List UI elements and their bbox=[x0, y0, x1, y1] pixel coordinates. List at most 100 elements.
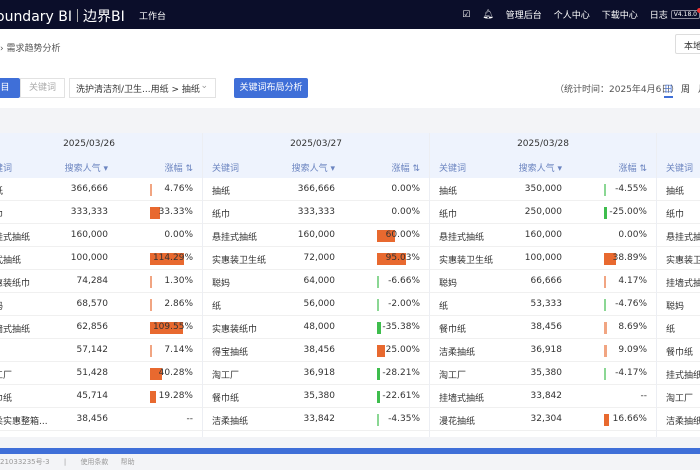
nav-profile[interactable]: 个人中心 bbox=[554, 8, 590, 21]
nav-workbench[interactable]: 工作台 bbox=[139, 9, 166, 22]
keyword-cell[interactable]: 悬挂式抽纸 bbox=[666, 230, 700, 243]
granularity-day[interactable]: 日 bbox=[664, 82, 674, 98]
keyword-cell[interactable]: 抽纸 bbox=[666, 184, 684, 197]
table-row[interactable]: 悬挂式抽纸 160,000 60.00% bbox=[203, 224, 429, 247]
keyword-layout-button[interactable]: 关键词布局分析 bbox=[234, 78, 308, 98]
keyword-cell[interactable]: 纸 bbox=[212, 299, 221, 312]
keyword-cell[interactable]: 漫花抽纸 bbox=[439, 414, 475, 427]
keyword-cell[interactable]: 餐巾纸 bbox=[666, 345, 693, 358]
tab-keyword[interactable]: 关键词 bbox=[20, 78, 65, 98]
table-row[interactable]: 聪妈 68,570 2.86% bbox=[0, 293, 202, 316]
breadcrumb[interactable]: › 需求趋势分析 bbox=[0, 41, 60, 54]
keyword-cell[interactable]: 餐巾纸 bbox=[0, 391, 12, 404]
keyword-cell[interactable]: 淘工厂 bbox=[212, 368, 239, 381]
table-row[interactable]: 餐巾纸 bbox=[657, 339, 700, 362]
table-row[interactable]: 漫花抽纸 32,304 16.66% bbox=[430, 408, 656, 431]
keyword-cell[interactable]: 纸 bbox=[439, 299, 448, 312]
table-row[interactable]: 洁柔抽纸 33,842 -4.35% bbox=[203, 408, 429, 431]
table-row[interactable]: 挂式抽纸 100,000 114.29% bbox=[0, 247, 202, 270]
table-row[interactable]: 纸 bbox=[657, 316, 700, 339]
table-row[interactable]: 纸巾 333,333 0.00% bbox=[203, 201, 429, 224]
keyword-cell[interactable]: 实惠装卫生纸 bbox=[212, 253, 266, 266]
keyword-cell[interactable]: 抽纸 bbox=[439, 184, 457, 197]
keyword-cell[interactable]: 挂墙式抽纸 bbox=[666, 276, 700, 289]
keyword-cell[interactable]: 聪妈 bbox=[212, 276, 230, 289]
keyword-cell[interactable]: 实惠装纸巾 bbox=[0, 276, 30, 289]
keyword-cell[interactable]: 得宝抽纸 bbox=[212, 345, 248, 358]
table-row[interactable]: 挂墙式抽纸 33,842 -- bbox=[430, 385, 656, 408]
table-row[interactable]: 实惠装纸巾 74,284 1.30% bbox=[0, 270, 202, 293]
table-row[interactable]: 洁柔抽纸 bbox=[657, 408, 700, 431]
table-row[interactable]: 纸 53,333 -4.76% bbox=[430, 293, 656, 316]
table-row[interactable]: 餐巾纸 45,714 19.28% bbox=[0, 385, 202, 408]
keyword-cell[interactable]: 餐巾纸 bbox=[212, 391, 239, 404]
keyword-cell[interactable]: 挂墙式抽纸 bbox=[439, 391, 484, 404]
keyword-cell[interactable]: 餐巾纸 bbox=[439, 322, 466, 335]
table-row[interactable]: 悬挂式抽纸 bbox=[657, 224, 700, 247]
table-row[interactable]: 纸 56,000 -2.00% bbox=[203, 293, 429, 316]
table-row[interactable]: 挂式抽纸 bbox=[657, 362, 700, 385]
keyword-cell[interactable]: 纸巾 bbox=[212, 207, 230, 220]
column-change[interactable]: 涨幅 ⇅ bbox=[619, 161, 647, 174]
footer-icp[interactable]: 21033235号-3 bbox=[0, 458, 50, 466]
keyword-cell[interactable]: 淘工厂 bbox=[0, 368, 12, 381]
table-row[interactable]: 纸巾 333,333 33.33% bbox=[0, 201, 202, 224]
column-change[interactable]: 涨幅 ⇅ bbox=[165, 161, 193, 174]
keyword-cell[interactable]: 抽纸 bbox=[212, 184, 230, 197]
tab-category[interactable]: 目 bbox=[0, 78, 20, 98]
table-row[interactable]: 纸巾 bbox=[657, 201, 700, 224]
keyword-cell[interactable]: 纸巾 bbox=[666, 207, 684, 220]
keyword-cell[interactable]: 悬挂式抽纸 bbox=[439, 230, 484, 243]
table-row[interactable]: 纸57,1427.14% bbox=[0, 339, 202, 362]
keyword-cell[interactable]: 聪妈 bbox=[666, 299, 684, 312]
local-button[interactable]: 本地 bbox=[675, 34, 700, 54]
table-row[interactable]: 餐巾纸 38,456 8.69% bbox=[430, 316, 656, 339]
keyword-cell[interactable]: 挂式抽纸 bbox=[0, 253, 21, 266]
keyword-cell[interactable]: 纸巾 bbox=[439, 207, 457, 220]
nav-log[interactable]: 日志 bbox=[650, 8, 668, 21]
table-row[interactable]: 得宝抽纸 38,456 25.00% bbox=[203, 339, 429, 362]
column-search-popularity[interactable]: 搜索人气 ▾ bbox=[519, 161, 562, 174]
column-search-popularity[interactable]: 搜索人气 ▾ bbox=[292, 161, 335, 174]
keyword-cell[interactable]: 聪妈 bbox=[439, 276, 457, 289]
table-row[interactable]: 聪妈 66,666 4.17% bbox=[430, 270, 656, 293]
keyword-cell[interactable]: 淘工厂 bbox=[439, 368, 466, 381]
keyword-cell[interactable]: 洁柔抽纸 bbox=[666, 414, 700, 427]
keyword-cell[interactable]: 挂式抽纸 bbox=[666, 368, 700, 381]
logo[interactable]: oundary BI 边界BI bbox=[0, 6, 125, 26]
table-row[interactable]: 洁柔实惠整箱... 38,456 -- bbox=[0, 408, 202, 431]
table-row[interactable]: 挂墙式抽纸 62,856 109.55% bbox=[0, 316, 202, 339]
keyword-cell[interactable]: 悬挂式抽纸 bbox=[212, 230, 257, 243]
keyword-cell[interactable]: 淘工厂 bbox=[666, 391, 693, 404]
table-row[interactable]: 实惠装卫生纸 100,000 38.89% bbox=[430, 247, 656, 270]
granularity-week[interactable]: 周 bbox=[681, 82, 690, 95]
keyword-cell[interactable]: 洁柔实惠整箱... bbox=[0, 414, 48, 427]
table-row[interactable]: 淘工厂 bbox=[657, 385, 700, 408]
table-row[interactable]: 实惠装卫生纸 bbox=[657, 247, 700, 270]
nav-admin[interactable]: 管理后台 bbox=[506, 8, 542, 21]
table-row[interactable]: 实惠装卫生纸 72,000 95.03% bbox=[203, 247, 429, 270]
table-row[interactable]: 悬挂式抽纸 160,000 0.00% bbox=[0, 224, 202, 247]
keyword-cell[interactable]: 挂墙式抽纸 bbox=[0, 322, 30, 335]
keyword-cell[interactable]: 洁柔抽纸 bbox=[212, 414, 248, 427]
footer-help[interactable]: 帮助 bbox=[121, 458, 135, 466]
keyword-cell[interactable]: 聪妈 bbox=[0, 299, 3, 312]
bell-icon[interactable]: 🔔︎ bbox=[482, 10, 493, 20]
nav-downloads[interactable]: 下载中心 bbox=[602, 8, 638, 21]
table-row[interactable]: 抽纸 366,666 4.76% bbox=[0, 178, 202, 201]
footer-terms[interactable]: 使用条款 bbox=[80, 458, 108, 466]
table-row[interactable]: 洁柔抽纸 36,918 9.09% bbox=[430, 339, 656, 362]
column-change[interactable]: 涨幅 ⇅ bbox=[392, 161, 420, 174]
keyword-cell[interactable]: 洁柔抽纸 bbox=[439, 345, 475, 358]
keyword-cell[interactable]: 实惠装卫生纸 bbox=[439, 253, 493, 266]
table-row[interactable]: 淘工厂 35,380 -4.17% bbox=[430, 362, 656, 385]
table-row[interactable]: 餐巾纸 35,380 -22.61% bbox=[203, 385, 429, 408]
keyword-cell[interactable]: 悬挂式抽纸 bbox=[0, 230, 30, 243]
table-row[interactable]: 悬挂式抽纸 160,000 0.00% bbox=[430, 224, 656, 247]
column-search-popularity[interactable]: 搜索人气 ▾ bbox=[65, 161, 108, 174]
table-row[interactable]: 实惠装纸巾 48,000 -35.38% bbox=[203, 316, 429, 339]
keyword-cell[interactable]: 纸 bbox=[666, 322, 675, 335]
table-row[interactable]: 挂墙式抽纸 bbox=[657, 270, 700, 293]
keyword-cell[interactable]: 实惠装卫生纸 bbox=[666, 253, 700, 266]
table-row[interactable]: 抽纸 350,000 -4.55% bbox=[430, 178, 656, 201]
